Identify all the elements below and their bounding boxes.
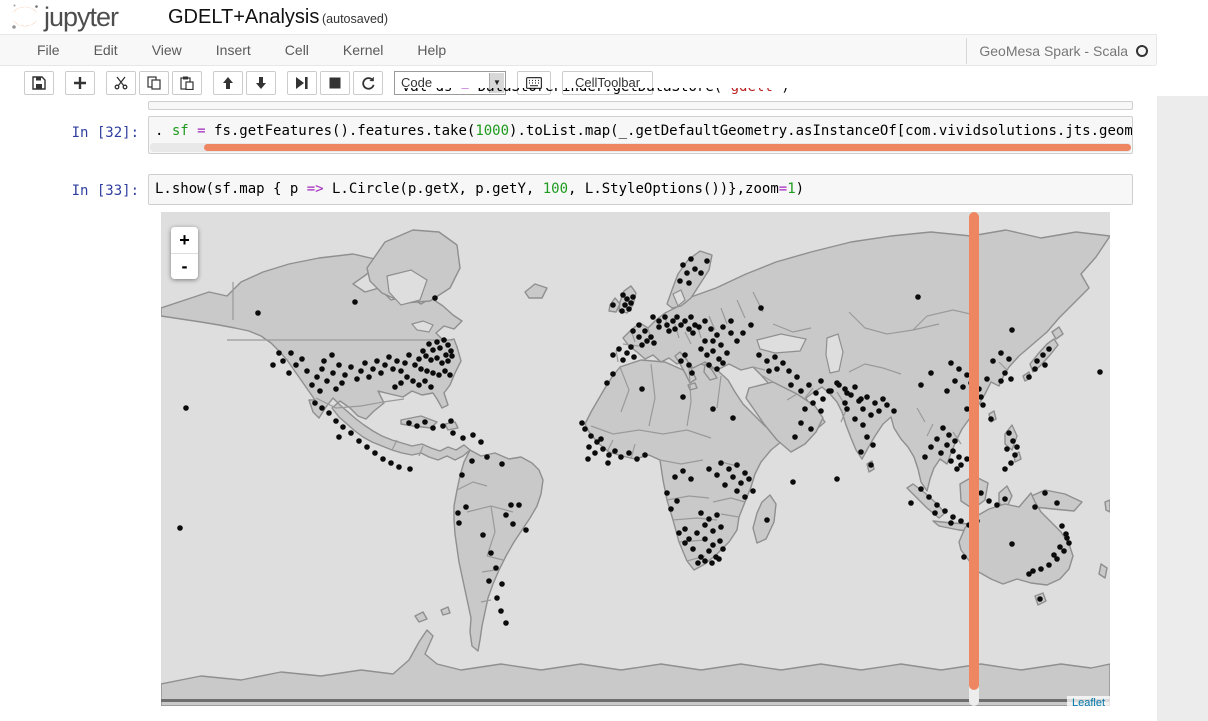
map-attribution: Leaflet (1067, 696, 1110, 710)
menu-item-cell[interactable]: Cell (268, 35, 326, 65)
partial-cell-clipped-code[interactable]: val ds = DataStoreFinder.getDataStore("g… (149, 88, 1132, 98)
jupyter-logo-icon (10, 1, 40, 33)
menu-item-file[interactable]: File (20, 35, 77, 65)
menubar: FileEditViewInsertCellKernelHelp GeoMesa… (0, 34, 1157, 66)
horizontal-scrollbar[interactable] (150, 143, 1131, 152)
code-cell-33: In [33]: L.show(sf.map { p => L.Circle(p… (0, 174, 1157, 205)
leaflet-link[interactable]: Leaflet (1072, 697, 1105, 709)
notebook-site: val ds = DataStoreFinder.getDataStore("g… (0, 96, 1157, 706)
zoom-out-button[interactable]: - (171, 253, 198, 279)
input-prompt-33: In [33]: (0, 174, 148, 205)
world-map-svg (161, 212, 1110, 706)
menu-item-help[interactable]: Help (400, 35, 463, 65)
output-area-33: + - Leaflet (0, 212, 1157, 706)
code-cell-32: In [32]: . sf = fs.getFeatures().feature… (0, 116, 1157, 154)
page-background-gutter (1157, 96, 1208, 721)
output-vertical-scrollbar-thumb[interactable] (969, 212, 979, 690)
menu-item-insert[interactable]: Insert (199, 35, 268, 65)
leaflet-map[interactable]: + - Leaflet (161, 212, 1110, 706)
zoom-in-button[interactable]: + (171, 227, 198, 253)
menu-item-kernel[interactable]: Kernel (326, 35, 400, 65)
cut-cell-button[interactable] (106, 71, 136, 95)
partial-cell-scrollbar-track[interactable] (148, 101, 1133, 110)
cells-container: val ds = DataStoreFinder.getDataStore("g… (0, 96, 1157, 706)
jupyter-logo-text: jupyter (44, 2, 118, 33)
notebook-header: jupyter GDELT+Analysis (autosaved) FileE… (0, 0, 1208, 96)
menu-item-view[interactable]: View (135, 35, 199, 65)
output-vertical-scrollbar[interactable] (969, 212, 979, 706)
jupyter-logo[interactable]: jupyter (10, 1, 118, 33)
add-cell-button[interactable] (65, 71, 95, 95)
autosave-status: (autosaved) (322, 12, 388, 26)
plus-icon (73, 76, 87, 90)
map-zoom-control: + - (171, 227, 198, 279)
code-editor-32[interactable]: . sf = fs.getFeatures().features.take(10… (148, 116, 1133, 154)
scissors-icon (114, 76, 128, 90)
menu-items: FileEditViewInsertCellKernelHelp (20, 35, 463, 65)
kernel-name: GeoMesa Spark - Scala (979, 43, 1128, 59)
input-prompt-32: In [32]: (0, 116, 148, 154)
kernel-idle-indicator-icon (1136, 45, 1148, 57)
keyboard-icon (526, 77, 542, 89)
save-button[interactable] (24, 71, 54, 95)
notebook-title[interactable]: GDELT+Analysis (168, 6, 319, 29)
save-icon (32, 76, 46, 90)
code-editor-33[interactable]: L.show(sf.map { p => L.Circle(p.getX, p.… (148, 174, 1133, 205)
horizontal-scrollbar-thumb[interactable] (204, 144, 1131, 151)
menu-item-edit[interactable]: Edit (77, 35, 135, 65)
kernel-block: GeoMesa Spark - Scala (966, 38, 1148, 64)
header-top: jupyter GDELT+Analysis (autosaved) (0, 0, 1208, 34)
